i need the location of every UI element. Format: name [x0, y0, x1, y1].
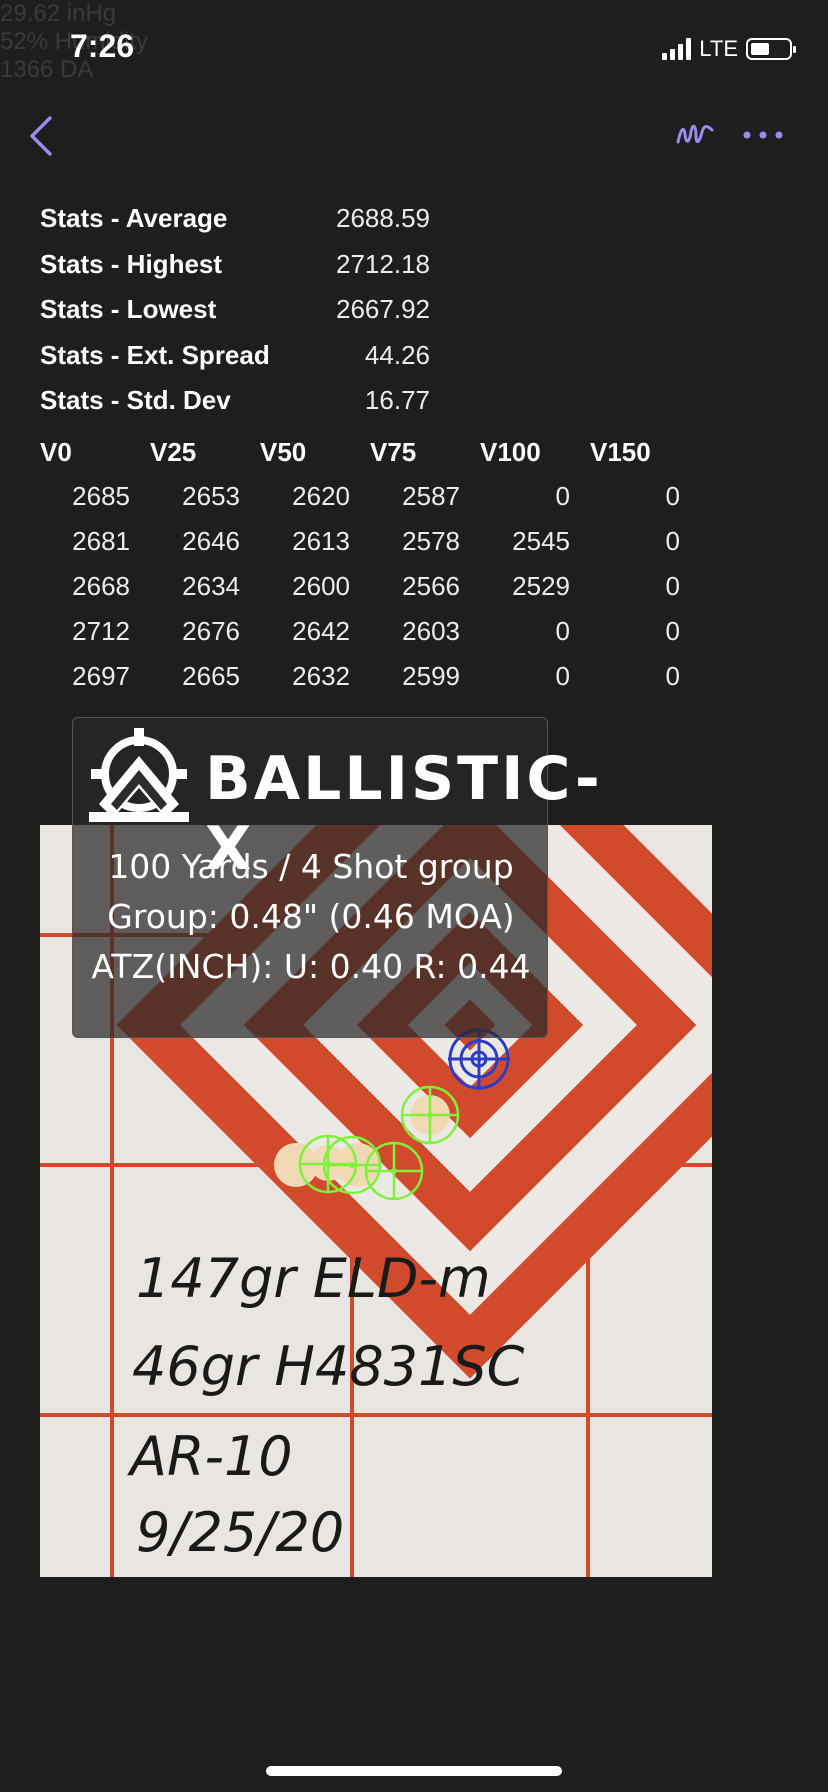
top-actions: [674, 118, 784, 152]
group-summary: 100 Yards / 4 Shot group Group: 0.48" (0…: [73, 842, 549, 992]
table-cell: 2668: [72, 571, 130, 601]
table-cell: 2685: [72, 481, 130, 511]
stat-label: Stats - Average: [40, 203, 228, 234]
table-cell: 2587: [402, 481, 460, 511]
stat-label: Stats - Ext. Spread: [40, 339, 270, 370]
network-label: LTE: [699, 36, 738, 61]
group-size-label: Group: 0.48" (0.46 MOA): [107, 897, 515, 936]
stat-row: Stats - Highest 2712.18: [40, 242, 430, 288]
table-cell: 2712: [72, 616, 130, 646]
note-line: 147gr ELD-m: [136, 1247, 491, 1310]
table-row: 2712 2676 2642 2603 0 0: [40, 609, 700, 654]
table-header-row: V0 V25 V50 V75 V100 V150: [40, 430, 700, 474]
table-cell: 0: [665, 661, 680, 691]
table-row: 2681 2646 2613 2578 2545 0: [40, 519, 700, 564]
note-line: AR-10: [127, 1425, 293, 1488]
signal-icon: [662, 38, 692, 60]
velocity-table: V0 V25 V50 V75 V100 V150 2685 2653 2620 …: [40, 430, 700, 699]
table-cell: 0: [665, 526, 680, 556]
home-indicator[interactable]: [266, 1766, 562, 1776]
stat-row: Stats - Std. Dev 16.77: [40, 378, 430, 424]
column-header: V50: [260, 436, 307, 467]
table-cell: 2653: [182, 481, 240, 511]
table-row: 2685 2653 2620 2587 0 0: [40, 474, 700, 519]
table-cell: 2613: [292, 526, 350, 556]
table-cell: 0: [665, 616, 680, 646]
stat-value: 16.77: [364, 385, 430, 416]
stat-row: Stats - Lowest 2667.92: [40, 287, 430, 333]
chevron-left-icon[interactable]: [24, 112, 64, 160]
table-cell: 0: [555, 661, 570, 691]
stat-label: Stats - Std. Dev: [40, 385, 231, 416]
table-row: 2697 2665 2632 2599 0 0: [40, 654, 700, 699]
stat-row: Stats - Ext. Spread 44.26: [40, 333, 430, 379]
column-header: V25: [150, 436, 197, 467]
stat-value: 44.26: [364, 339, 430, 370]
table-cell: 0: [555, 616, 570, 646]
ballistic-x-banner: BALLISTIC-X 100 Yards / 4 Shot group Gro…: [72, 717, 600, 1038]
table-cell: 2545: [512, 526, 570, 556]
status-indicators: LTE: [662, 36, 796, 62]
column-header: V150: [590, 436, 651, 467]
column-header: V75: [370, 436, 417, 467]
more-horizontal-icon[interactable]: [742, 129, 784, 141]
battery-icon: [746, 38, 796, 60]
table-cell: 2578: [402, 526, 460, 556]
table-cell: 0: [665, 571, 680, 601]
ballistic-x-logo-icon: [89, 728, 189, 822]
column-header: V100: [480, 436, 541, 467]
stat-label: Stats - Lowest: [40, 294, 217, 325]
squiggle-icon[interactable]: [674, 118, 716, 152]
table-cell: 2620: [292, 481, 350, 511]
table-cell: 2632: [292, 661, 350, 691]
stat-value: 2712.18: [336, 248, 430, 279]
table-cell: 0: [665, 481, 680, 511]
table-cell: 2681: [72, 526, 130, 556]
table-cell: 2634: [182, 571, 240, 601]
table-cell: 2566: [402, 571, 460, 601]
stat-value: 2688.59: [336, 203, 430, 234]
atz-label: ATZ(INCH): U: 0.40 R: 0.44: [91, 947, 531, 986]
table-cell: 2646: [182, 526, 240, 556]
stat-value: 2667.92: [336, 294, 430, 325]
table-cell: 2599: [402, 661, 460, 691]
table-cell: 2665: [182, 661, 240, 691]
stat-row: Stats - Average 2688.59: [40, 196, 430, 242]
stats-list: Stats - Average 2688.59 Stats - Highest …: [40, 196, 430, 424]
ghost-line: 29.62 inHg: [0, 0, 117, 27]
table-cell: 2529: [512, 571, 570, 601]
table-cell: 2697: [72, 661, 130, 691]
note-line: 46gr H4831SC: [132, 1335, 525, 1398]
status-time: 7:26: [70, 28, 135, 64]
table-cell: 0: [555, 481, 570, 511]
stat-label: Stats - Highest: [40, 248, 223, 279]
table-cell: 2676: [182, 616, 240, 646]
table-cell: 2603: [402, 616, 460, 646]
table-cell: 2600: [292, 571, 350, 601]
table-row: 2668 2634 2600 2566 2529 0: [40, 564, 700, 609]
distance-group-label: 100 Yards / 4 Shot group: [108, 847, 514, 886]
table-cell: 2642: [292, 616, 350, 646]
column-header: V0: [40, 436, 72, 467]
note-line: 9/25/20: [136, 1501, 344, 1564]
